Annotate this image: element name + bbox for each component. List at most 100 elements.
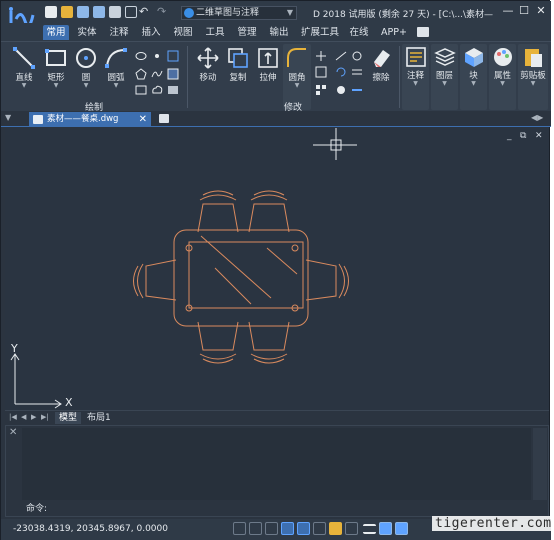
block-icon <box>464 48 483 67</box>
hatch-icon[interactable] <box>167 68 179 80</box>
open-file-icon[interactable] <box>61 6 73 18</box>
chevron-down-icon: ▼ <box>113 82 119 89</box>
document-tab[interactable]: 素材——餐桌.dwg ✕ <box>29 112 151 127</box>
eraser-icon <box>374 50 390 67</box>
tab-manage[interactable]: 管理 <box>235 25 259 40</box>
viewport-restore-button[interactable]: ⧉ <box>520 131 526 141</box>
otrack-toggle-icon[interactable] <box>313 522 326 535</box>
tab-layout1[interactable]: 布局1 <box>83 412 115 424</box>
arc-button[interactable]: 圆弧 ▼ <box>101 46 131 89</box>
undo-icon[interactable]: ↶ <box>139 6 151 18</box>
polar-toggle-icon[interactable] <box>281 522 294 535</box>
circle-button[interactable]: 圆 ▼ <box>71 46 101 89</box>
spline-icon[interactable] <box>151 68 163 80</box>
fillet-button[interactable]: 圆角 ▼ <box>283 46 311 89</box>
grid-toggle-icon[interactable] <box>233 522 246 535</box>
tab-tools[interactable]: 工具 <box>203 25 227 40</box>
dynamic-input-icon[interactable] <box>329 522 342 535</box>
boundary-icon[interactable] <box>135 84 147 96</box>
viewport-close-button[interactable]: ✕ <box>535 131 543 141</box>
tab-view[interactable]: 视图 <box>171 25 195 40</box>
region-icon[interactable] <box>167 50 179 62</box>
preview-icon[interactable] <box>125 6 137 18</box>
tab-annotate[interactable]: 注释 <box>107 25 131 40</box>
workspace-switch-icon[interactable] <box>379 522 392 535</box>
command-input[interactable]: 命令: <box>22 502 547 516</box>
workspace-select[interactable]: 二维草图与注释 ▼ <box>181 6 297 20</box>
osnap-toggle-icon[interactable] <box>297 522 310 535</box>
extend-icon[interactable] <box>335 50 347 62</box>
last-layout-icon[interactable]: ▶| <box>41 413 49 421</box>
rectangle-button[interactable]: 矩形 ▼ <box>41 46 71 89</box>
ribbon-toggle-icon[interactable] <box>417 27 429 37</box>
redo-icon[interactable]: ↷ <box>157 6 169 18</box>
annotate-button[interactable]: 注释 ▼ <box>402 46 429 87</box>
isolate-objects-icon[interactable] <box>395 522 408 535</box>
ortho-toggle-icon[interactable] <box>265 522 278 535</box>
maximize-button[interactable]: ☐ <box>517 4 531 18</box>
polygon-icon[interactable] <box>135 68 147 80</box>
tab-common[interactable]: 常用 <box>43 25 69 40</box>
viewport-minimize-button[interactable]: _ <box>507 131 512 141</box>
window-title: D 2018 试用版 (剩余 27 天) - [C:\...\素材——餐 <box>313 10 493 20</box>
array-icon[interactable] <box>315 84 327 96</box>
print-icon[interactable] <box>109 6 121 18</box>
minimize-button[interactable]: — <box>501 4 515 18</box>
explode-icon[interactable] <box>335 84 347 96</box>
trim-icon[interactable] <box>315 50 327 62</box>
next-layout-icon[interactable]: ▶ <box>31 413 36 421</box>
layer-button[interactable]: 图层 ▼ <box>431 46 458 87</box>
line-icon <box>13 47 35 69</box>
new-tab-icon[interactable] <box>159 114 169 123</box>
first-layout-icon[interactable]: |◀ <box>9 413 17 421</box>
block-button[interactable]: 块 ▼ <box>460 46 487 87</box>
command-scrollbar[interactable] <box>533 428 547 500</box>
line-button[interactable]: 直线 ▼ <box>7 46 41 89</box>
rotate-icon[interactable] <box>335 66 347 78</box>
tab-app-plus[interactable]: APP+ <box>379 25 409 40</box>
close-icon[interactable]: ✕ <box>9 427 17 438</box>
chevron-down-icon: ▼ <box>53 82 59 89</box>
move-button[interactable]: 移动 <box>193 46 223 83</box>
erase-button[interactable]: 擦除 <box>367 46 395 83</box>
x-axis-label: X <box>65 396 73 409</box>
snap-toggle-icon[interactable] <box>249 522 262 535</box>
save-as-icon[interactable] <box>93 6 105 18</box>
tab-model[interactable]: 模型 <box>55 412 82 424</box>
clipboard-button[interactable]: 剪贴板 ▼ <box>518 46 548 87</box>
scroll-tabs-icon[interactable]: ◀▶ <box>531 113 543 122</box>
lineweight-toggle-icon[interactable] <box>345 522 358 535</box>
lineweight-icon[interactable] <box>363 524 376 534</box>
stretch-button[interactable]: 拉伸 <box>253 46 283 83</box>
chevron-down-icon: ▼ <box>286 8 293 17</box>
point-icon[interactable] <box>151 50 163 62</box>
tab-online[interactable]: 在线 <box>347 25 371 40</box>
chevron-down-icon: ▼ <box>294 82 300 89</box>
close-tab-icon[interactable]: ✕ <box>139 112 147 127</box>
properties-button[interactable]: 属性 ▼ <box>489 46 516 87</box>
crosshair-cursor <box>313 128 357 160</box>
ellipse-icon[interactable] <box>135 50 147 62</box>
move-icon <box>197 47 219 69</box>
copy-button[interactable]: 复制 <box>223 46 253 83</box>
prev-layout-icon[interactable]: ◀ <box>21 413 26 421</box>
mirror-icon[interactable] <box>315 66 327 78</box>
tab-list-dropdown-icon[interactable]: ▼ <box>5 113 11 122</box>
drawing-canvas[interactable]: Y X <box>5 128 549 410</box>
offset-icon[interactable] <box>351 66 363 78</box>
revcloud-icon[interactable] <box>151 84 163 96</box>
tab-insert[interactable]: 插入 <box>139 25 163 40</box>
scale-icon[interactable] <box>351 50 363 62</box>
chevron-down-icon: ▼ <box>500 80 505 87</box>
wipeout-icon[interactable] <box>167 84 179 96</box>
join-icon[interactable] <box>351 84 363 96</box>
tab-solid[interactable]: 实体 <box>75 25 99 40</box>
chevron-down-icon: ▼ <box>442 80 447 87</box>
layout-tab-bar: |◀ ◀ ▶ ▶| 模型 布局1 <box>5 410 549 424</box>
command-history[interactable] <box>22 428 531 500</box>
save-icon[interactable] <box>77 6 89 18</box>
tab-output[interactable]: 输出 <box>267 25 291 40</box>
new-file-icon[interactable] <box>45 6 57 18</box>
tab-extended-tools[interactable]: 扩展工具 <box>299 25 341 40</box>
close-button[interactable]: ✕ <box>534 4 548 18</box>
